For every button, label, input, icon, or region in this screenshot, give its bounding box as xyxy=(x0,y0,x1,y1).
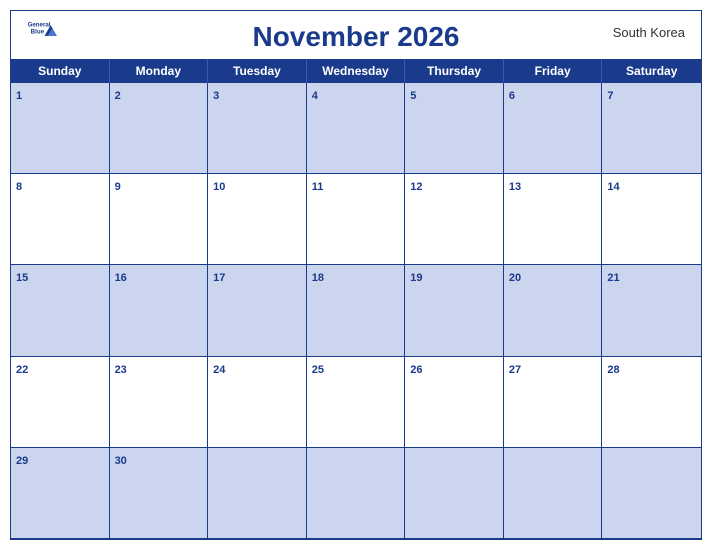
calendar-cell: 29 xyxy=(11,448,110,539)
day-wednesday: Wednesday xyxy=(307,59,406,83)
day-tuesday: Tuesday xyxy=(208,59,307,83)
calendar-cell: 1 xyxy=(11,83,110,174)
date-number: 19 xyxy=(410,272,422,284)
days-header: Sunday Monday Tuesday Wednesday Thursday… xyxy=(11,59,701,83)
calendar-header: General Blue November 2026 South Korea xyxy=(11,11,701,59)
date-number: 17 xyxy=(213,272,225,284)
date-number: 21 xyxy=(607,272,619,284)
calendar-cell xyxy=(307,448,406,539)
calendar-cell: 12 xyxy=(405,174,504,265)
calendar-cell: 7 xyxy=(602,83,701,174)
date-number: 27 xyxy=(509,364,521,376)
date-number: 8 xyxy=(16,181,22,193)
calendar-cell: 2 xyxy=(110,83,209,174)
calendar-cell: 22 xyxy=(11,357,110,448)
date-number: 10 xyxy=(213,181,225,193)
svg-text:Blue: Blue xyxy=(31,29,45,36)
date-number: 6 xyxy=(509,90,515,102)
calendar-cell xyxy=(208,448,307,539)
date-number: 5 xyxy=(410,90,416,102)
date-number: 15 xyxy=(16,272,28,284)
calendar-cell: 6 xyxy=(504,83,603,174)
date-number: 14 xyxy=(607,181,619,193)
calendar-cell xyxy=(602,448,701,539)
calendar-cell: 14 xyxy=(602,174,701,265)
calendar-cell: 3 xyxy=(208,83,307,174)
day-sunday: Sunday xyxy=(11,59,110,83)
date-number: 11 xyxy=(312,181,324,193)
day-monday: Monday xyxy=(110,59,209,83)
date-number: 12 xyxy=(410,181,422,193)
calendar-cell: 30 xyxy=(110,448,209,539)
calendar-cell: 20 xyxy=(504,265,603,356)
calendar-title: November 2026 xyxy=(252,21,459,53)
calendar-cell: 25 xyxy=(307,357,406,448)
date-number: 24 xyxy=(213,364,225,376)
calendar-cell: 24 xyxy=(208,357,307,448)
calendar: General Blue November 2026 South Korea S… xyxy=(10,10,702,540)
calendar-cell: 4 xyxy=(307,83,406,174)
svg-text:General: General xyxy=(28,22,51,29)
calendar-cell: 9 xyxy=(110,174,209,265)
date-number: 7 xyxy=(607,90,613,102)
date-number: 23 xyxy=(115,364,127,376)
date-number: 22 xyxy=(16,364,28,376)
calendar-cell: 21 xyxy=(602,265,701,356)
day-saturday: Saturday xyxy=(602,59,701,83)
date-number: 28 xyxy=(607,364,619,376)
logo-icon: General Blue xyxy=(27,19,59,39)
date-number: 25 xyxy=(312,364,324,376)
date-number: 13 xyxy=(509,181,521,193)
date-number: 3 xyxy=(213,90,219,102)
day-friday: Friday xyxy=(504,59,603,83)
date-number: 30 xyxy=(115,455,127,467)
date-number: 16 xyxy=(115,272,127,284)
country-label: South Korea xyxy=(613,25,685,40)
calendar-cell xyxy=(504,448,603,539)
calendar-cell: 5 xyxy=(405,83,504,174)
calendar-cell: 8 xyxy=(11,174,110,265)
calendar-cell xyxy=(405,448,504,539)
calendar-cell: 18 xyxy=(307,265,406,356)
date-number: 26 xyxy=(410,364,422,376)
calendar-cell: 17 xyxy=(208,265,307,356)
calendar-grid: 1234567891011121314151617181920212223242… xyxy=(11,83,701,539)
calendar-cell: 23 xyxy=(110,357,209,448)
date-number: 20 xyxy=(509,272,521,284)
calendar-cell: 16 xyxy=(110,265,209,356)
logo: General Blue xyxy=(27,19,59,39)
calendar-cell: 28 xyxy=(602,357,701,448)
date-number: 29 xyxy=(16,455,28,467)
date-number: 18 xyxy=(312,272,324,284)
calendar-cell: 26 xyxy=(405,357,504,448)
date-number: 4 xyxy=(312,90,318,102)
calendar-cell: 10 xyxy=(208,174,307,265)
day-thursday: Thursday xyxy=(405,59,504,83)
calendar-cell: 13 xyxy=(504,174,603,265)
date-number: 2 xyxy=(115,90,121,102)
calendar-cell: 15 xyxy=(11,265,110,356)
calendar-cell: 11 xyxy=(307,174,406,265)
calendar-cell: 19 xyxy=(405,265,504,356)
date-number: 9 xyxy=(115,181,121,193)
date-number: 1 xyxy=(16,90,22,102)
calendar-cell: 27 xyxy=(504,357,603,448)
